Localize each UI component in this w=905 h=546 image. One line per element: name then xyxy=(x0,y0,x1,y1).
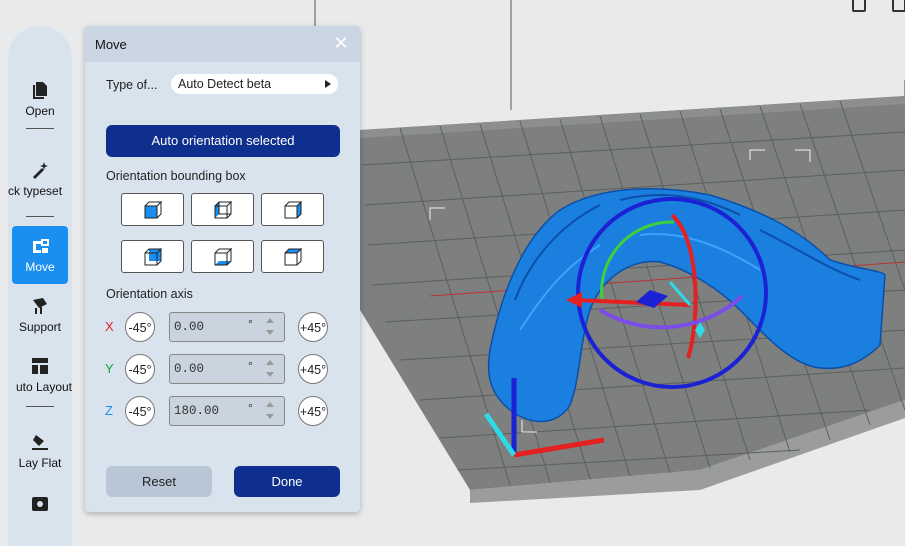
divider xyxy=(26,128,54,129)
cube-front-icon xyxy=(144,200,163,219)
axis-y-letter: Y xyxy=(105,361,114,376)
bbox-button-4[interactable] xyxy=(121,240,184,273)
increment-arrow-icon[interactable] xyxy=(266,402,274,407)
toolbar-label: uto Layout xyxy=(15,380,72,394)
cube-right-icon xyxy=(284,200,303,219)
layout-icon xyxy=(32,358,48,374)
toolbar-lay-flat[interactable]: Lay Flat xyxy=(8,432,72,470)
decrement-arrow-icon[interactable] xyxy=(266,330,274,335)
bbox-label: Orientation bounding box xyxy=(106,169,246,183)
lay-flat-icon xyxy=(32,435,48,450)
done-button[interactable]: Done xyxy=(234,466,340,497)
degree-unit: ° xyxy=(248,401,253,415)
toolbar-move[interactable]: Move xyxy=(12,226,68,284)
bbox-button-5[interactable] xyxy=(191,240,254,273)
panel-title: Move xyxy=(95,37,127,52)
x-angle-input[interactable]: 0.00 ° xyxy=(169,312,285,342)
divider xyxy=(26,406,54,407)
divider xyxy=(26,216,54,217)
decrement-arrow-icon[interactable] xyxy=(266,372,274,377)
cube-top-icon xyxy=(284,247,303,266)
camera-icon[interactable] xyxy=(852,0,866,12)
bbox-button-6[interactable] xyxy=(261,240,324,273)
toolbar-support[interactable]: Support xyxy=(8,296,72,334)
auto-orientation-button[interactable]: Auto orientation selected xyxy=(106,125,340,157)
degree-unit: ° xyxy=(248,359,253,373)
axis-label: Orientation axis xyxy=(106,287,193,301)
decrement-arrow-icon[interactable] xyxy=(266,414,274,419)
magic-wand-icon xyxy=(33,162,48,179)
degree-unit: ° xyxy=(248,317,253,331)
camera-icon xyxy=(32,497,48,511)
z-angle-value: 180.00 xyxy=(174,404,220,418)
file-icon xyxy=(33,82,47,99)
move-panel: Move ✕ Type of... Auto Detect beta Auto … xyxy=(85,26,360,512)
toolbar-open[interactable]: Open xyxy=(8,80,72,118)
increment-arrow-icon[interactable] xyxy=(266,318,274,323)
x-angle-value: 0.00 xyxy=(174,320,205,334)
bbox-button-3[interactable] xyxy=(261,193,324,226)
toolbar-label: ck typeset xyxy=(8,184,63,198)
x-minus-45-button[interactable]: -45° xyxy=(125,312,155,342)
reset-button[interactable]: Reset xyxy=(106,466,212,497)
type-select-value: Auto Detect beta xyxy=(178,77,272,91)
panel-header: Move ✕ xyxy=(85,26,360,62)
bbox-button-1[interactable] xyxy=(121,193,184,226)
toolbar-more[interactable] xyxy=(8,494,72,518)
view-icon[interactable] xyxy=(892,0,905,12)
axis-x-letter: X xyxy=(105,319,114,334)
support-icon xyxy=(33,298,47,314)
z-angle-input[interactable]: 180.00 ° xyxy=(169,396,285,426)
z-minus-45-button[interactable]: -45° xyxy=(125,396,155,426)
move-icon xyxy=(33,239,49,253)
cube-left-icon xyxy=(214,200,233,219)
toolbar-auto-layout[interactable]: uto Layout xyxy=(8,356,72,394)
toolbar-label: Open xyxy=(25,104,55,118)
y-minus-45-button[interactable]: -45° xyxy=(125,354,155,384)
y-plus-45-button[interactable]: +45° xyxy=(298,354,328,384)
left-toolbar: Open ck typeset Move Support uto Layout … xyxy=(8,26,72,546)
close-icon[interactable]: ✕ xyxy=(332,34,350,52)
increment-arrow-icon[interactable] xyxy=(266,360,274,365)
top-right-toolbar xyxy=(848,0,905,12)
type-select[interactable]: Auto Detect beta xyxy=(171,74,338,94)
cube-back-icon xyxy=(144,247,163,266)
z-plus-45-button[interactable]: +45° xyxy=(298,396,328,426)
bbox-button-2[interactable] xyxy=(191,193,254,226)
toolbar-label: Move xyxy=(25,260,55,274)
type-label: Type of... xyxy=(106,78,158,92)
y-angle-value: 0.00 xyxy=(174,362,205,376)
toolbar-typeset[interactable]: ck typeset xyxy=(8,160,72,198)
x-plus-45-button[interactable]: +45° xyxy=(298,312,328,342)
toolbar-label: Support xyxy=(18,320,62,334)
axis-z-letter: Z xyxy=(105,403,113,418)
cube-bottom-icon xyxy=(214,247,233,266)
toolbar-label: Lay Flat xyxy=(18,456,62,470)
y-angle-input[interactable]: 0.00 ° xyxy=(169,354,285,384)
chevron-right-icon xyxy=(325,80,331,88)
